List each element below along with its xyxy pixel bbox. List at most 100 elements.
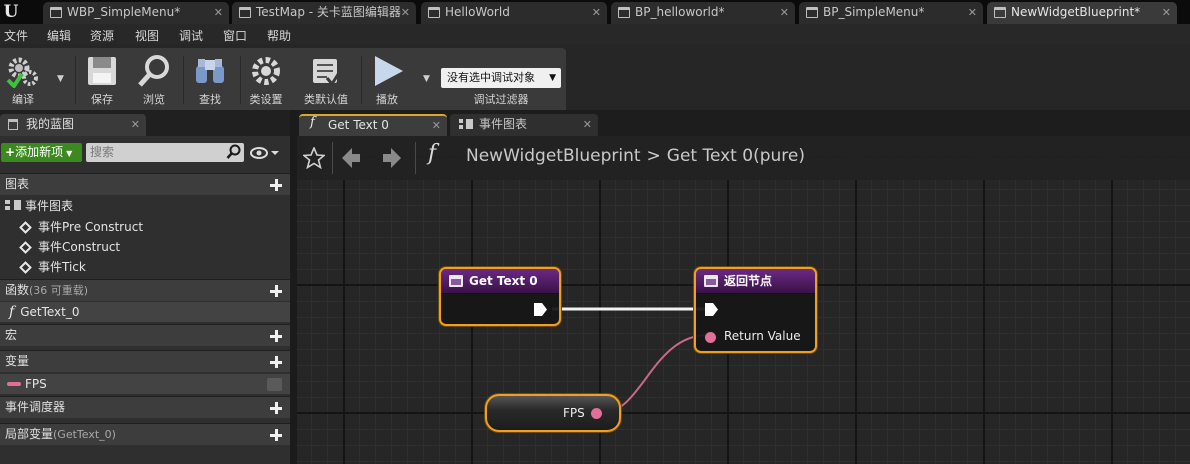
play-options-chevron-icon[interactable]: ▼ [423,74,430,84]
menu-view[interactable]: 视图 [135,27,159,44]
view-options-eye-icon[interactable] [250,144,280,162]
compile-options-chevron-icon[interactable]: ▼ [57,74,64,84]
tab-label: TestMap - 关卡蓝图编辑器 [256,5,401,19]
tab-label: Get Text 0 [328,118,389,132]
tab-wbp-simplemenu[interactable]: WBP_SimpleMenu* ✕ [43,2,229,24]
node-return[interactable]: 返回节点 Return Value [694,267,817,353]
section-label: 变量 [5,354,30,368]
tab-bp-simplemenu[interactable]: BP_SimpleMenu* ✕ [799,2,983,24]
menu-asset[interactable]: 资源 [90,27,114,44]
add-new-button[interactable]: +添加新项 ▼ [1,143,82,162]
tab-get-text-0[interactable]: f Get Text 0 ✕ [299,114,447,136]
add-new-label: 添加新项 [15,145,64,159]
search-input[interactable]: 搜索 [86,143,244,162]
close-icon[interactable]: ✕ [968,2,977,23]
tree-item-function-gettext0[interactable]: f GetText_0 [0,302,290,322]
class-defaults-button[interactable]: 类默认值 [298,52,354,106]
compile-button[interactable]: 编译 [0,52,46,106]
tree-item-variable-fps[interactable]: FPS [0,374,290,394]
tree-item-event-tick[interactable]: 事件Tick [0,257,290,277]
tab-helloworld[interactable]: HelloWorld ✕ [421,2,607,24]
breadcrumb: NewWidgetBlueprint > Get Text 0(pure) [466,146,805,166]
breadcrumb-separator: > [646,146,661,166]
tab-label: HelloWorld [445,5,510,19]
menu-edit[interactable]: 编辑 [47,27,71,44]
section-note: (36 可重载) [29,284,89,297]
section-graphs[interactable]: 图表 [0,173,290,195]
close-icon[interactable]: ✕ [1162,2,1171,23]
blueprint-icon [806,7,818,18]
document-tab-bar: U WBP_SimpleMenu* ✕ TestMap - 关卡蓝图编辑器 ✕ He… [0,0,1190,24]
add-macro-plus-icon[interactable] [270,330,282,342]
close-icon[interactable]: ✕ [131,114,140,135]
node-variable-get-fps[interactable]: FPS [485,394,621,432]
section-macros[interactable]: 宏 [0,324,290,346]
blueprint-icon [8,119,18,130]
tab-bp-helloworld[interactable]: BP_helloworld* ✕ [611,2,795,24]
menu-help[interactable]: 帮助 [267,27,291,44]
play-button[interactable]: 播放 [365,52,409,106]
section-local-variables[interactable]: 局部变量(GetText_0) [0,423,290,445]
debug-filter-label: 调试过滤器 [473,93,529,106]
save-disk-icon [88,57,116,85]
close-icon[interactable]: ✕ [401,2,410,23]
function-node-icon [704,275,718,287]
forward-arrow-icon[interactable] [383,148,401,168]
tab-event-graph[interactable]: 事件图表 ✕ [450,114,598,136]
tab-newwidgetblueprint[interactable]: NewWidgetBlueprint* ✕ [987,2,1177,24]
close-icon[interactable]: ✕ [432,116,441,135]
menu-file[interactable]: 文件 [4,27,28,44]
tab-testmap[interactable]: TestMap - 关卡蓝图编辑器 ✕ [232,2,416,24]
section-functions[interactable]: 函数(36 可重载) [0,279,290,301]
close-icon[interactable]: ✕ [592,2,601,23]
breadcrumb-blueprint[interactable]: NewWidgetBlueprint [466,146,641,166]
tree-item-event-graph[interactable]: 事件图表 [0,196,290,216]
exec-in-pin[interactable] [705,303,718,316]
node-title: 返回节点 [724,274,773,288]
my-blueprint-body: +添加新项 ▼ 搜索 图表 事件图表 事件Pre Construct 事件Cons… [0,136,290,464]
favorite-star-icon[interactable] [303,147,325,169]
tree-item-event-pre-construct[interactable]: 事件Pre Construct [0,217,290,237]
section-variables[interactable]: 变量 [0,350,290,372]
graph-breadcrumb-bar: f NewWidgetBlueprint > Get Text 0(pure) [297,136,1190,180]
tree-item-label: 事件Pre Construct [38,220,144,234]
add-dispatcher-plus-icon[interactable] [270,402,282,414]
add-variable-plus-icon[interactable] [270,356,282,368]
close-icon[interactable]: ✕ [214,2,223,23]
tab-label: BP_SimpleMenu* [823,5,925,19]
fps-pin-label: FPS [563,406,585,420]
browse-label: 浏览 [143,93,165,106]
browse-button[interactable]: 浏览 [132,52,176,106]
close-icon[interactable]: ✕ [583,114,592,135]
close-icon[interactable]: ✕ [780,2,789,23]
breadcrumb-function[interactable]: Get Text 0(pure) [667,146,805,166]
tab-label: 我的蓝图 [26,117,75,131]
tree-item-event-construct[interactable]: 事件Construct [0,237,290,257]
section-event-dispatchers[interactable]: 事件调度器 [0,396,290,418]
panel-splitter[interactable] [290,110,297,464]
add-graph-plus-icon[interactable] [270,179,282,191]
blueprint-icon [994,7,1006,18]
toolbar-separator [183,56,184,104]
find-button[interactable]: 查找 [188,52,232,106]
section-note: (GetText_0) [53,428,116,441]
variable-visibility-toggle[interactable] [267,378,282,391]
chevron-down-icon: ▼ [66,149,73,158]
search-placeholder: 搜索 [90,145,115,159]
graph-canvas[interactable]: f NewWidgetBlueprint > Get Text 0(pure) Ge… [297,136,1190,464]
menu-window[interactable]: 窗口 [223,27,247,44]
fps-out-pin[interactable] [591,408,602,419]
node-function-entry[interactable]: Get Text 0 [439,267,561,326]
tree-item-label: 事件图表 [25,199,74,213]
add-local-variable-plus-icon[interactable] [270,429,282,441]
save-button[interactable]: 保存 [80,52,124,106]
tab-my-blueprint[interactable]: 我的蓝图 ✕ [0,114,146,136]
exec-out-pin[interactable] [534,303,547,316]
menu-debug[interactable]: 调试 [179,27,203,44]
back-arrow-icon[interactable] [342,148,360,168]
debug-object-select[interactable]: 没有选中调试对象 ▼ [441,68,561,88]
return-value-pin[interactable] [705,332,716,343]
class-settings-button[interactable]: 类设置 [244,52,288,106]
add-function-plus-icon[interactable] [270,285,282,297]
level-icon [428,7,440,18]
